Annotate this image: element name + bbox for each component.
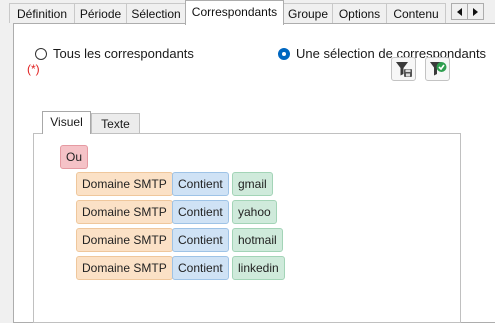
tab-visuel[interactable]: Visuel xyxy=(42,111,91,134)
condition-comparator-chip[interactable]: Contient xyxy=(172,200,229,224)
radio-selected-recipients[interactable]: Une sélection de correspondants xyxy=(278,46,486,61)
tab-periode[interactable]: Période xyxy=(74,3,127,23)
filter-check-icon xyxy=(429,62,446,76)
tab-options[interactable]: Options xyxy=(332,3,387,23)
operator-chip-or[interactable]: Ou xyxy=(60,145,89,169)
radio-button[interactable] xyxy=(35,47,47,60)
apply-filter-button[interactable] xyxy=(425,57,450,81)
required-marker: (*) xyxy=(27,62,40,76)
condition-comparator-chip[interactable]: Contient xyxy=(172,256,229,280)
condition-field-chip[interactable]: Domaine SMTP xyxy=(76,200,173,224)
tab-texte[interactable]: Texte xyxy=(91,113,140,134)
radio-all-label: Tous les correspondants xyxy=(53,46,194,61)
tab-groupe[interactable]: Groupe xyxy=(283,3,333,23)
radio-all-recipients[interactable]: Tous les correspondants xyxy=(35,46,194,61)
condition-field-chip[interactable]: Domaine SMTP xyxy=(76,228,173,252)
condition-field-chip[interactable]: Domaine SMTP xyxy=(76,172,173,196)
tab-correspondants[interactable]: Correspondants xyxy=(185,0,284,25)
tab-scroll-right-button[interactable] xyxy=(467,3,484,20)
tab-scroll-left-button[interactable] xyxy=(451,3,468,20)
tab-contenu[interactable]: Contenu xyxy=(386,3,446,23)
condition-value-chip[interactable]: yahoo xyxy=(232,200,277,224)
condition-comparator-chip[interactable]: Contient xyxy=(172,228,229,252)
tab-definition[interactable]: Définition xyxy=(9,3,75,23)
triangle-left-icon xyxy=(457,7,462,16)
condition-value-chip[interactable]: hotmail xyxy=(232,228,283,252)
tab-selection[interactable]: Sélection xyxy=(126,3,186,23)
triangle-right-icon xyxy=(473,7,478,16)
radio-button-checked[interactable] xyxy=(278,47,290,60)
condition-value-chip[interactable]: linkedin xyxy=(232,256,285,280)
condition-field-chip[interactable]: Domaine SMTP xyxy=(76,256,173,280)
tab-strip: Définition Période Sélection Corresponda… xyxy=(0,0,495,25)
save-filter-button[interactable] xyxy=(391,57,416,81)
condition-value-chip[interactable]: gmail xyxy=(232,172,273,196)
filter-save-icon xyxy=(395,62,412,77)
condition-comparator-chip[interactable]: Contient xyxy=(172,172,229,196)
